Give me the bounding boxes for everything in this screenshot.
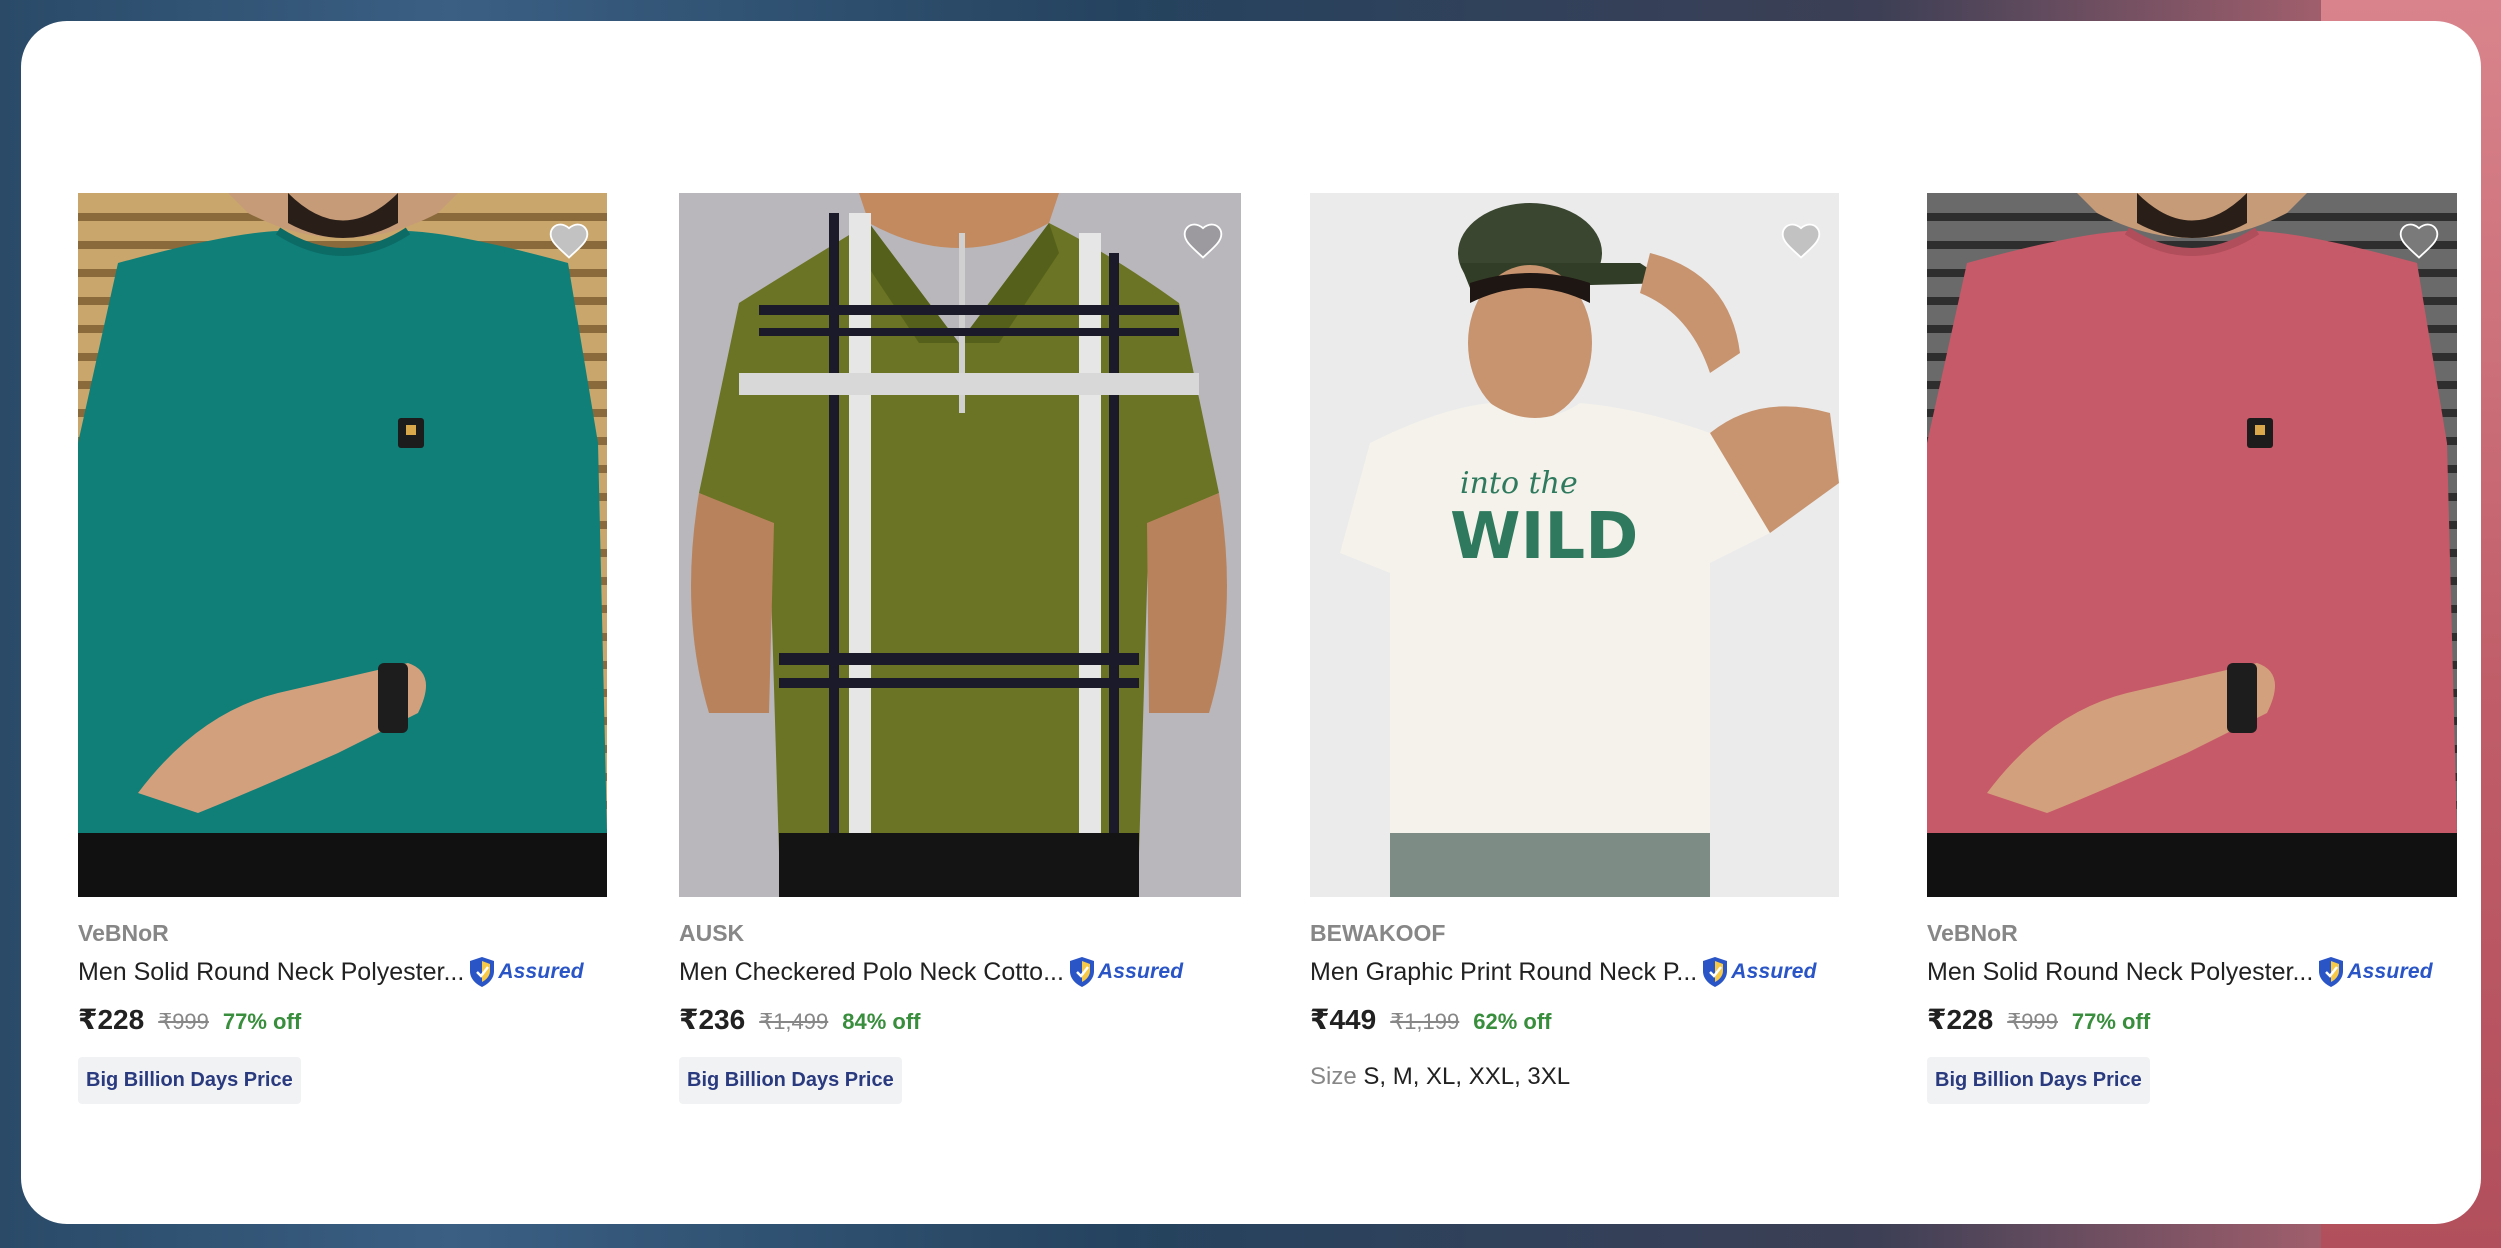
selling-price: ₹449 xyxy=(1310,1004,1377,1035)
assured-badge: Assured xyxy=(2317,955,2433,989)
wishlist-heart-icon[interactable] xyxy=(1779,219,1823,263)
product-photo-graphic-tee: into the WILD xyxy=(1310,193,1839,897)
shield-icon xyxy=(2319,957,2344,987)
selling-price: ₹228 xyxy=(78,1004,145,1035)
brand-name: BEWAKOOF xyxy=(1310,920,1446,946)
offer-tag: Big Billion Days Price xyxy=(1927,1057,2150,1104)
shield-icon xyxy=(1069,957,1094,987)
product-image[interactable] xyxy=(679,193,1241,897)
print-word-text: WILD xyxy=(1450,500,1638,574)
selling-price: ₹236 xyxy=(679,1004,746,1035)
product-photo-teal-tshirt xyxy=(78,193,607,897)
offer-tag: Big Billion Days Price xyxy=(679,1057,902,1104)
shield-icon xyxy=(470,957,495,987)
product-card[interactable]: VeBNoR Men Solid Round Neck Polyester...… xyxy=(1927,193,2457,1104)
discount-percent: 77% off xyxy=(222,1009,302,1034)
size-values: S, M, XL, XXL, 3XL xyxy=(1363,1063,1571,1090)
brand-name: AUSK xyxy=(679,920,745,946)
original-price: ₹999 xyxy=(158,1009,209,1034)
product-title[interactable]: Men Checkered Polo Neck Cotto... xyxy=(679,957,1064,987)
product-title[interactable]: Men Graphic Print Round Neck P... xyxy=(1310,957,1697,987)
product-photo-checkered-polo xyxy=(679,193,1241,897)
discount-percent: 62% off xyxy=(1473,1009,1552,1034)
product-title[interactable]: Men Solid Round Neck Polyester... xyxy=(78,957,464,987)
size-label: Size xyxy=(1310,1063,1357,1090)
selling-price: ₹228 xyxy=(1927,1004,1994,1035)
print-script-text: into the xyxy=(1460,466,1578,501)
product-photo-pink-tshirt xyxy=(1927,193,2457,897)
assured-badge: Assured xyxy=(1701,955,1816,989)
original-price: ₹1,199 xyxy=(1390,1009,1460,1034)
assured-label: Assured xyxy=(1097,960,1184,983)
original-price: ₹1,499 xyxy=(759,1009,829,1034)
product-card[interactable]: VeBNoR Men Solid Round Neck Polyester...… xyxy=(78,193,607,1104)
assured-label: Assured xyxy=(498,960,584,983)
product-card[interactable]: AUSK Men Checkered Polo Neck Cotto... As… xyxy=(679,193,1241,1104)
assured-badge: Assured xyxy=(1068,955,1183,989)
offer-tag: Big Billion Days Price xyxy=(78,1057,301,1104)
product-image[interactable]: into the WILD xyxy=(1310,193,1839,897)
brand-name: VeBNoR xyxy=(1927,920,2018,946)
assured-badge: Assured xyxy=(468,955,584,989)
wishlist-heart-icon[interactable] xyxy=(1181,219,1225,263)
original-price: ₹999 xyxy=(2007,1009,2058,1034)
assured-label: Assured xyxy=(2347,960,2433,983)
brand-name: VeBNoR xyxy=(78,920,169,946)
wishlist-heart-icon[interactable] xyxy=(2397,219,2441,263)
product-grid-card: VeBNoR Men Solid Round Neck Polyester...… xyxy=(21,21,2481,1224)
wishlist-heart-icon[interactable] xyxy=(547,219,591,263)
discount-percent: 77% off xyxy=(2071,1009,2151,1034)
shield-icon xyxy=(1703,957,1728,987)
discount-percent: 84% off xyxy=(842,1009,921,1034)
product-card[interactable]: into the WILD BEWAKOOF Men Graphic Print… xyxy=(1310,193,1839,1091)
size-options: Size S, M, XL, XXL, 3XL xyxy=(1310,1063,1839,1091)
product-title[interactable]: Men Solid Round Neck Polyester... xyxy=(1927,957,2313,987)
product-image[interactable] xyxy=(78,193,607,897)
product-image[interactable] xyxy=(1927,193,2457,897)
assured-label: Assured xyxy=(1731,960,1817,983)
